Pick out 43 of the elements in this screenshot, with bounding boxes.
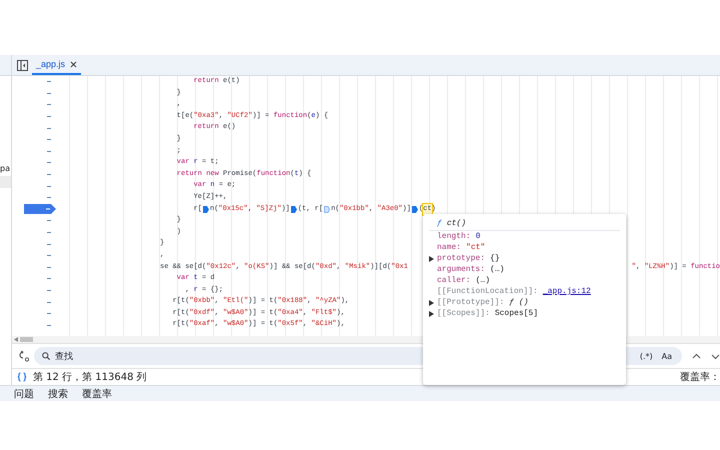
property-key: length: bbox=[437, 232, 471, 241]
property-value: "ct" bbox=[466, 243, 486, 252]
drawer-tab[interactable]: 问题 bbox=[14, 386, 34, 400]
popover-title: ct() bbox=[446, 219, 466, 228]
coverage-label: 覆盖率： bbox=[680, 370, 720, 384]
replace-toggle-icon[interactable] bbox=[18, 350, 30, 362]
property-value: 0 bbox=[476, 232, 480, 241]
inline-breakpoint-icon[interactable] bbox=[412, 206, 418, 213]
pretty-print-icon[interactable] bbox=[17, 372, 27, 382]
property-key: [[Scopes]]: bbox=[437, 309, 490, 318]
drawer-tab[interactable]: 覆盖率 bbox=[82, 386, 112, 400]
property-value: Scopes[5] bbox=[494, 309, 538, 318]
chevron-up-icon[interactable] bbox=[692, 352, 701, 360]
inline-breakpoint-icon[interactable] bbox=[290, 206, 297, 213]
property-key: [[FunctionLocation]]: bbox=[437, 287, 538, 296]
scrollbar-thumb[interactable] bbox=[20, 337, 33, 342]
close-icon[interactable] bbox=[70, 60, 78, 68]
cursor-position: 第 12 行，第 113648 列 bbox=[33, 371, 147, 384]
sidebar-toggle-icon[interactable] bbox=[17, 60, 28, 70]
search-option-button[interactable]: Aa bbox=[660, 352, 674, 360]
chevron-down-icon[interactable] bbox=[711, 352, 720, 360]
expand-triangle-icon[interactable] bbox=[429, 310, 434, 316]
property-key: caller: bbox=[437, 276, 471, 285]
property-key: name: bbox=[437, 243, 462, 252]
property-key: arguments: bbox=[437, 265, 486, 274]
sidebar-item[interactable]: pa bbox=[0, 164, 11, 174]
property-value: ƒ () bbox=[509, 298, 528, 307]
property-key: [[Prototype]]: bbox=[437, 298, 504, 307]
inline-breakpoint-icon[interactable] bbox=[203, 206, 210, 213]
search-input[interactable]: 查找 bbox=[55, 351, 633, 361]
expand-triangle-icon[interactable] bbox=[429, 256, 434, 262]
source-link[interactable]: _app.js:12 bbox=[542, 287, 591, 296]
property-value: {} bbox=[490, 254, 500, 263]
scroll-left-icon[interactable] bbox=[14, 337, 18, 342]
breakpoint-icon[interactable] bbox=[24, 204, 56, 214]
function-glyph: ƒ bbox=[437, 219, 442, 228]
expand-triangle-icon[interactable] bbox=[429, 300, 434, 306]
drawer-tab[interactable]: 搜索 bbox=[48, 386, 68, 400]
property-value: (…) bbox=[476, 276, 490, 285]
search-icon bbox=[42, 352, 50, 360]
property-key: prototype: bbox=[437, 254, 486, 263]
property-value: (…) bbox=[490, 265, 504, 274]
search-option-button[interactable]: (.*) bbox=[638, 352, 655, 360]
